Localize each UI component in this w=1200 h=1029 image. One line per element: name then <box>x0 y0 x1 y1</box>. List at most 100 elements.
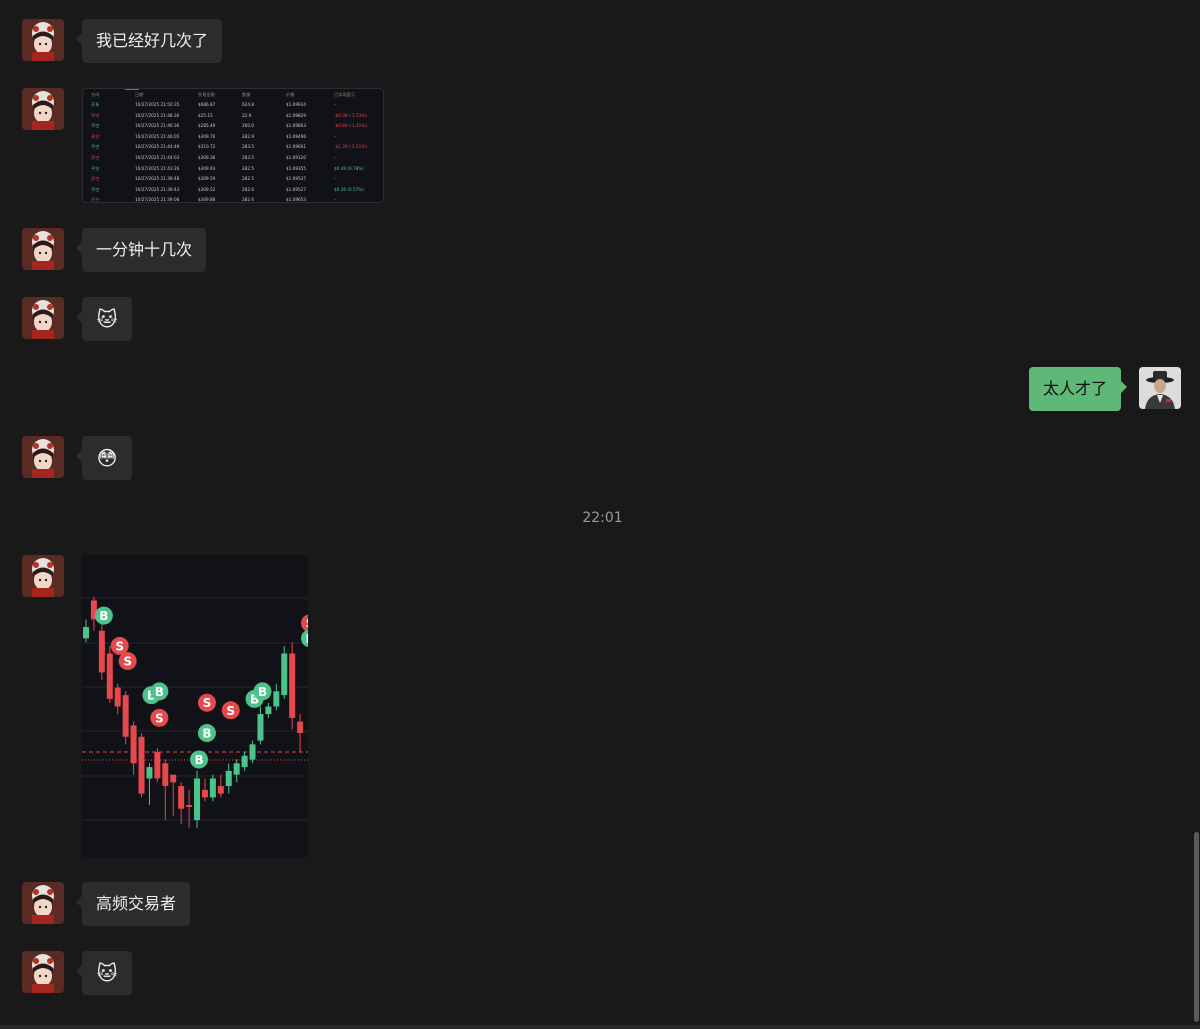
table-cell: 10/27/2025 21:48:30 <box>135 112 180 118</box>
candle-body <box>186 804 193 807</box>
marker-label: S <box>203 696 212 710</box>
avatar-contact[interactable] <box>22 951 64 993</box>
table-cell: $309.88 <box>198 197 216 203</box>
candlestick-chart: BSSBBSBBSSBBSB <box>82 555 308 858</box>
table-cell: 开空 <box>91 197 100 203</box>
candle-body <box>178 786 185 809</box>
doge-emoji-icon: 🐱 <box>96 961 118 985</box>
table-cell: 282.5 <box>242 176 254 182</box>
avatar-contact[interactable] <box>22 19 64 61</box>
avatar-image <box>22 436 64 478</box>
avatar-contact[interactable] <box>22 88 64 130</box>
column-header: 价格 <box>286 92 295 97</box>
candle-body <box>297 721 304 734</box>
candle-body <box>162 763 169 787</box>
message-bubble[interactable]: 😳 <box>76 436 132 480</box>
table-cell: $25.15 <box>198 112 213 118</box>
trade-history-image[interactable]: 方向 日期 交易金额 数量 价格 已实现盈亏 开多 10/27/2025 21:5… <box>82 88 384 203</box>
table-cell: 282.6 <box>242 197 254 203</box>
table-row: 开空 10/27/2025 21:39:48 $309.59 282.5 $1.0953… <box>83 176 383 186</box>
candle-body <box>233 763 240 775</box>
table-cell: $309.59 <box>198 176 216 182</box>
table-cell: 10/27/2025 21:50:35 <box>135 102 180 107</box>
avatar-image <box>22 555 64 597</box>
table-cell: $686.87 <box>198 102 216 107</box>
table-cell: 282.6 <box>242 186 254 192</box>
table-cell: 10/27/2025 21:39:08 <box>135 197 180 203</box>
table-cell: $1.09829 <box>286 112 306 118</box>
time-divider: 22:01 <box>582 510 623 526</box>
table-cell: 10/27/2025 21:39:48 <box>135 176 180 182</box>
marker-label: S <box>226 704 235 718</box>
candle-body <box>170 774 177 783</box>
table-row: 平空 10/27/2025 21:44:49 $310.72 283.5 $1.0960… <box>83 144 383 154</box>
table-cell: 283.5 <box>242 155 254 160</box>
marker-label: B <box>305 632 308 646</box>
table-cell: $309.93 <box>198 165 216 171</box>
table-cell: 282.9 <box>242 133 254 139</box>
table-cell: $0.49 (0.78%) <box>334 165 364 171</box>
tab-indicator <box>125 89 139 90</box>
table-cell: 260.0 <box>242 123 254 129</box>
candle-body <box>146 767 153 779</box>
table-cell: 10/27/2025 21:39:43 <box>135 186 180 192</box>
marker-label: S <box>155 711 164 725</box>
table-cell: $1.09355 <box>286 165 306 171</box>
avatar-contact[interactable] <box>22 297 64 339</box>
table-row: 开多 10/27/2025 21:50:35 $686.87 624.8 $1.0993… <box>83 102 383 112</box>
table-cell: 282.5 <box>242 165 254 171</box>
candle-body <box>130 725 137 764</box>
table-row: 平空 10/27/2025 21:39:43 $309.52 282.6 $1.0952… <box>83 187 383 197</box>
table-cell: - <box>334 155 336 160</box>
avatar-image <box>1139 367 1181 409</box>
candle-body <box>83 626 89 639</box>
table-cell: 10/27/2025 21:46:30 <box>135 123 180 129</box>
table-cell: - <box>334 133 336 139</box>
table-cell: $1.09120 <box>286 155 306 160</box>
candle-body <box>209 778 216 798</box>
table-row: 开空 10/27/2025 21:46:05 $309.76 282.9 $1.0949… <box>83 134 383 144</box>
table-cell: 624.8 <box>242 102 254 107</box>
avatar-contact[interactable] <box>22 555 64 597</box>
table-row: 平空 10/27/2025 21:46:30 $285.49 260.0 $1.0980… <box>83 123 383 133</box>
table-cell: -$0.80 (-1.41%) <box>334 123 367 129</box>
table-cell: -$1.30 (-2.21%) <box>334 144 367 150</box>
candle-body <box>154 751 161 779</box>
table-cell: - <box>334 176 336 182</box>
column-header: 交易金额 <box>198 92 215 97</box>
candle-body <box>98 630 105 673</box>
candle-body <box>106 653 113 699</box>
avatar-contact[interactable] <box>22 228 64 270</box>
table-cell: 开多 <box>91 102 100 107</box>
message-bubble[interactable]: 🐱 <box>76 297 132 341</box>
message-bubble[interactable]: 一分钟十几次 <box>75 228 207 272</box>
avatar-image <box>22 297 64 339</box>
candle-body <box>217 786 224 794</box>
table-cell: 283.5 <box>242 144 254 150</box>
candle-body <box>138 736 145 794</box>
message-bubble[interactable]: 高频交易者 <box>75 882 191 926</box>
avatar-image <box>22 88 64 130</box>
table-cell: - <box>334 197 336 203</box>
message-bubble-self[interactable]: 太人才了 <box>1029 367 1128 411</box>
chat-message-list[interactable]: 我已经好几次了 方向 日期 交易金额 数量 价格 已实现盈亏 开多 10/27/2… <box>0 0 1200 1025</box>
candlestick-chart-image[interactable]: BSSBBSBBSSBBSB <box>82 555 308 858</box>
marker-label: B <box>99 609 108 623</box>
candle-body <box>289 653 296 718</box>
table-row: 开空 10/27/2025 21:44:03 $309.36 283.5 $1.0912… <box>83 155 383 165</box>
scrollbar-thumb[interactable] <box>1194 832 1199 1022</box>
table-row: 平空 10/27/2025 21:48:30 $25.15 22.9 $1.09829 -… <box>83 113 383 123</box>
message-bubble[interactable]: 🐱 <box>76 951 132 995</box>
table-cell: 平空 <box>91 123 100 129</box>
message-bubble[interactable]: 我已经好几次了 <box>75 19 223 63</box>
table-row: 开空 10/27/2025 21:39:08 $309.88 282.6 $1.0965… <box>83 197 383 203</box>
avatar-self[interactable] <box>1139 367 1181 409</box>
table-cell: $1.09934 <box>286 102 306 107</box>
avatar-contact[interactable] <box>22 436 64 478</box>
table-cell: $1.09653 <box>286 197 306 203</box>
avatar-contact[interactable] <box>22 882 64 924</box>
candle-body <box>249 744 256 760</box>
table-cell: 开空 <box>91 176 100 182</box>
candle-body <box>265 706 272 715</box>
table-cell: $1.09803 <box>286 123 306 129</box>
